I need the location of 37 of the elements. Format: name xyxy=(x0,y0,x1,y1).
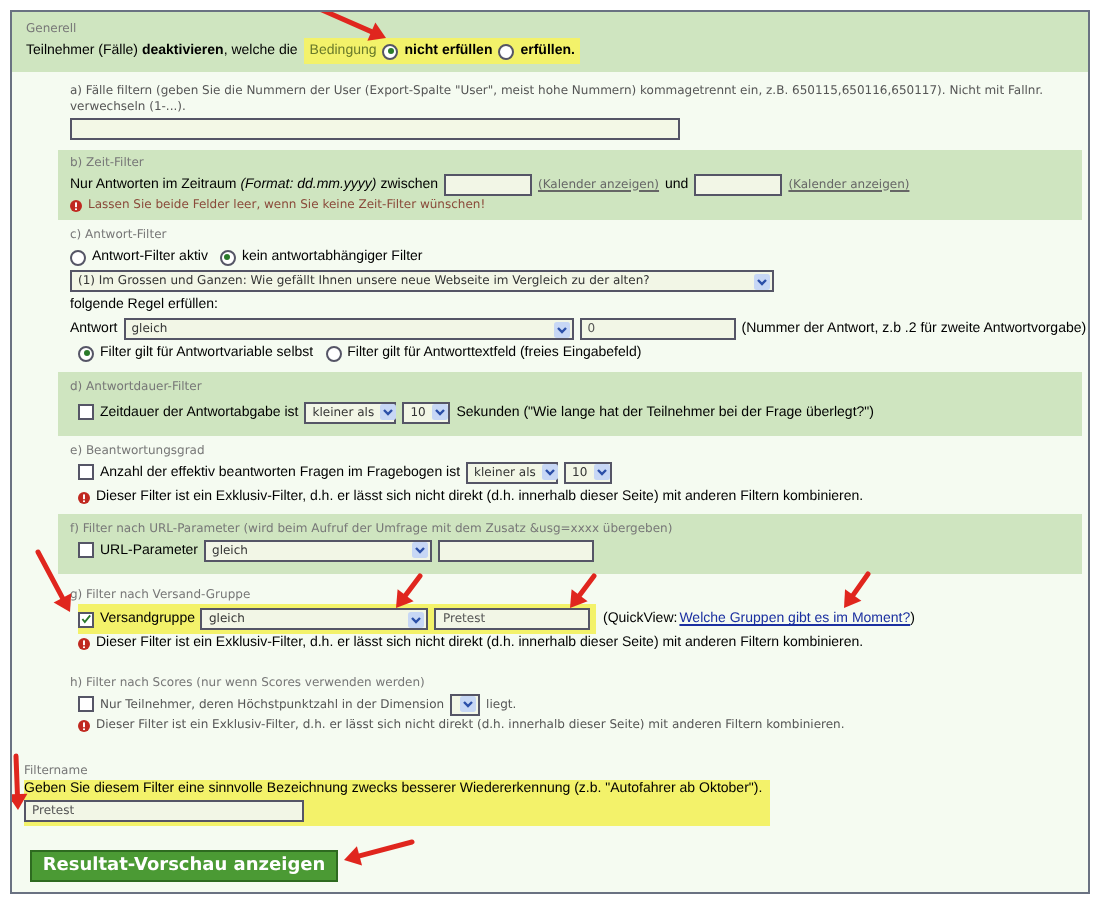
annotation-arrow xyxy=(35,548,72,611)
radio-button[interactable] xyxy=(70,249,86,265)
radio-button[interactable] xyxy=(382,43,399,59)
warning-icon xyxy=(78,719,90,731)
dropdown[interactable] xyxy=(450,693,481,715)
radio-button[interactable] xyxy=(219,249,236,265)
chevron-down-icon xyxy=(431,404,448,420)
annotation-arrow xyxy=(344,839,415,866)
radio-button[interactable] xyxy=(498,43,515,59)
input-field[interactable] xyxy=(694,173,783,195)
chevron-down-icon xyxy=(408,611,425,627)
chevron-down-icon xyxy=(541,464,558,480)
chevron-down-icon xyxy=(380,404,397,420)
chevron-down-icon xyxy=(553,321,570,337)
annotation-arrow xyxy=(12,753,28,810)
input-field[interactable] xyxy=(438,539,595,561)
checkbox[interactable] xyxy=(78,404,94,420)
checkbox[interactable] xyxy=(78,611,94,627)
annotation-arrow xyxy=(843,571,870,608)
radio-button[interactable] xyxy=(78,345,94,361)
annotation-arrow xyxy=(570,573,598,608)
warning-icon xyxy=(70,199,82,211)
annotation-arrow xyxy=(320,12,387,40)
checkbox[interactable] xyxy=(78,542,94,558)
chevron-down-icon xyxy=(593,464,610,480)
chevron-down-icon xyxy=(412,542,429,558)
chevron-down-icon xyxy=(460,696,477,712)
annotation-arrow xyxy=(396,573,424,608)
checkbox[interactable] xyxy=(78,696,94,712)
radio-button[interactable] xyxy=(325,345,342,361)
chevron-down-icon xyxy=(754,273,770,289)
checkbox[interactable] xyxy=(78,464,94,480)
warning-icon xyxy=(78,637,90,649)
preview-button[interactable]: Resultat-Vorschau anzeigen xyxy=(30,850,338,882)
input-field[interactable] xyxy=(70,118,680,140)
warning-icon xyxy=(78,491,90,503)
input-field[interactable] xyxy=(444,173,532,195)
